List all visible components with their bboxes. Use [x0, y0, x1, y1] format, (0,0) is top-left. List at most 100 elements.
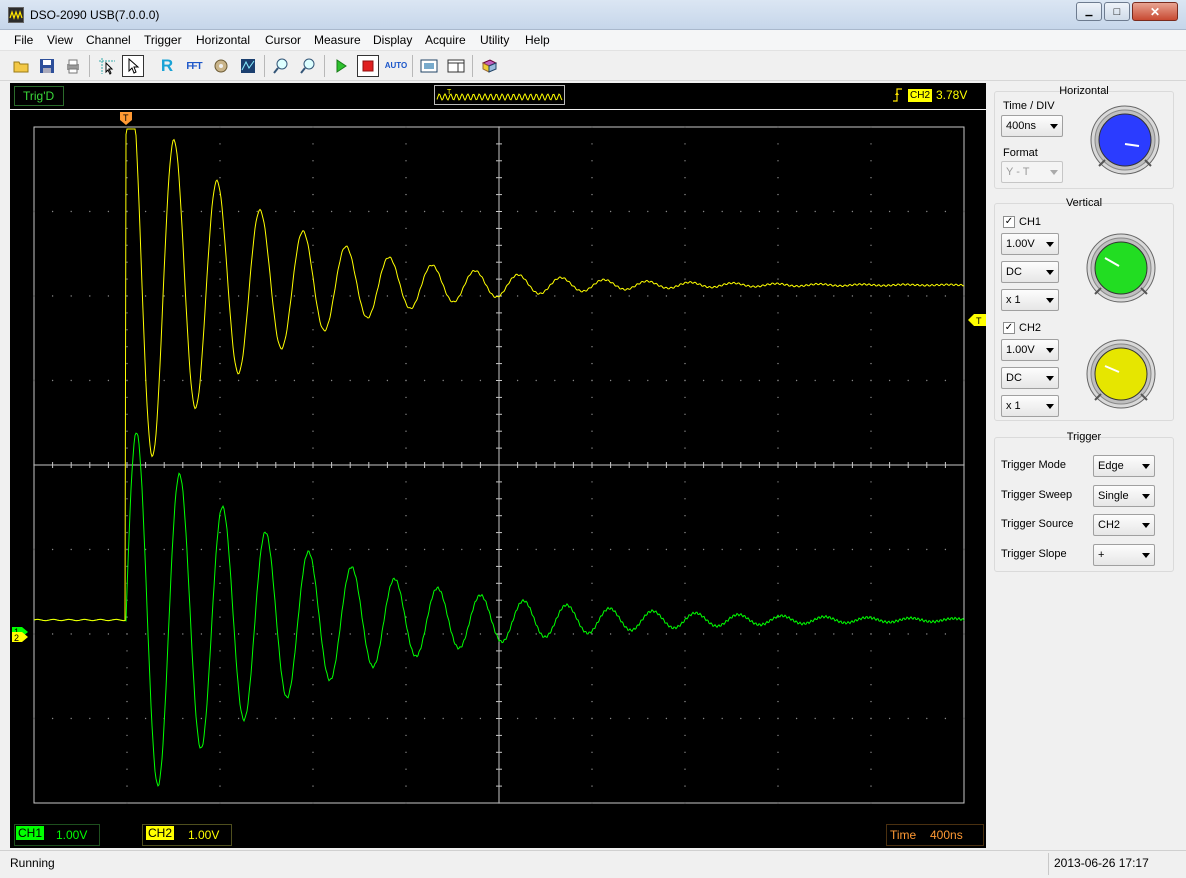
menu-file[interactable]: File	[14, 33, 33, 47]
grid-dot	[684, 430, 686, 432]
menu-cursor[interactable]: Cursor	[265, 33, 301, 47]
grid-dot	[684, 346, 686, 348]
fft-icon[interactable]: FFT	[183, 55, 205, 77]
grid-dot	[219, 227, 221, 230]
close-button[interactable]: ✕	[1132, 2, 1178, 21]
capture-icon[interactable]	[418, 55, 440, 77]
grid-dot	[330, 548, 333, 551]
grid-dot	[126, 717, 128, 720]
ch2-volts-select[interactable]: 1.00V	[1001, 339, 1059, 361]
scope-graticule[interactable]: TT12	[10, 110, 986, 822]
menu-horizontal[interactable]: Horizontal	[196, 33, 250, 47]
grid-dot	[907, 548, 909, 551]
grid-dot	[126, 143, 128, 145]
zoom-in-icon[interactable]	[297, 55, 319, 77]
grid-dot	[591, 210, 593, 213]
menu-utility[interactable]: Utility	[480, 33, 509, 47]
menu-measure[interactable]: Measure	[314, 33, 361, 47]
grid-dot	[442, 633, 444, 635]
grid-dot	[312, 751, 314, 753]
menu-channel[interactable]: Channel	[86, 33, 131, 47]
ch2-volts-value: 1.00V	[1006, 344, 1035, 356]
ch2-knob[interactable]	[1083, 338, 1159, 413]
grid-dot	[70, 295, 72, 297]
window-icon[interactable]	[445, 55, 467, 77]
grid-dot	[591, 177, 593, 179]
grid-dot	[219, 396, 221, 399]
book-icon[interactable]	[478, 55, 500, 77]
trigger-mode-select[interactable]: Edge	[1093, 455, 1155, 477]
grid-dot	[312, 244, 314, 246]
menu-help[interactable]: Help	[525, 33, 550, 47]
waveform-icon[interactable]	[237, 55, 259, 77]
grid-dot	[126, 346, 128, 348]
settings-icon[interactable]	[210, 55, 232, 77]
grid-dot	[256, 295, 258, 297]
stop-icon[interactable]	[357, 55, 379, 77]
pointer-icon[interactable]	[122, 55, 144, 77]
grid-dot	[126, 548, 128, 551]
run-icon[interactable]	[330, 55, 352, 77]
grid-dot	[684, 616, 686, 618]
grid-dot	[312, 498, 314, 500]
grid-dot	[870, 650, 872, 652]
menu-trigger[interactable]: Trigger	[144, 33, 182, 47]
grid-dot	[870, 700, 872, 703]
grid-dot	[684, 751, 686, 753]
maximize-button[interactable]: □	[1104, 2, 1130, 21]
grid-dot	[405, 515, 407, 517]
ch1-checkbox[interactable]: ✓	[1003, 216, 1015, 228]
menu-acquire[interactable]: Acquire	[425, 33, 466, 47]
ch2-coupling-select[interactable]: DC	[1001, 367, 1059, 389]
zoom-out-icon[interactable]	[270, 55, 292, 77]
ch1-volts-select[interactable]: 1.00V	[1001, 233, 1059, 255]
grid-dot	[814, 210, 816, 213]
grid-dot	[833, 379, 835, 382]
grid-dot	[349, 548, 351, 551]
reference-icon[interactable]: R	[156, 55, 178, 77]
menu-view[interactable]: View	[47, 33, 73, 47]
grid-dot	[870, 413, 872, 415]
grid-dot	[51, 633, 54, 635]
grid-dot	[963, 717, 965, 720]
grid-dot	[870, 160, 872, 162]
ch1-coupling-select[interactable]: DC	[1001, 261, 1059, 283]
trigger-group: Trigger Trigger Mode Edge Trigger Sweep …	[994, 431, 1174, 572]
ch1-knob[interactable]	[1083, 232, 1159, 307]
grid-dot	[256, 210, 258, 213]
grid-dot	[33, 210, 35, 213]
chevron-down-icon	[1142, 553, 1150, 558]
horizontal-knob[interactable]	[1089, 104, 1161, 179]
trigger-sweep-value: Single	[1098, 490, 1129, 502]
ch1-probe-select[interactable]: x 1	[1001, 289, 1059, 311]
trigger-sweep-select[interactable]: Single	[1093, 485, 1155, 507]
grid-dot	[126, 667, 128, 669]
waveform-overview[interactable]: T	[434, 85, 565, 105]
ch2-checkbox[interactable]: ✓	[1003, 322, 1015, 334]
menu-display[interactable]: Display	[373, 33, 412, 47]
scope-display[interactable]: TT12	[10, 110, 986, 822]
cursor-select-icon[interactable]	[96, 55, 118, 77]
minimize-icon: ▁	[1085, 6, 1093, 16]
grid-dot	[684, 396, 686, 399]
time-div-select[interactable]: 400ns	[1001, 115, 1063, 137]
grid-dot	[777, 498, 779, 500]
grid-dot	[814, 633, 816, 635]
grid-dot	[740, 548, 742, 551]
trigger-source-select[interactable]: CH2	[1093, 514, 1155, 536]
auto-icon[interactable]: AUTO	[384, 55, 408, 77]
trigger-slope-select[interactable]: +	[1093, 544, 1155, 566]
minimize-button[interactable]: ▁	[1076, 2, 1102, 21]
print-icon[interactable]	[62, 55, 84, 77]
grid-dot	[591, 633, 593, 635]
ch2-probe-select[interactable]: x 1	[1001, 395, 1059, 417]
grid-dot	[312, 700, 314, 703]
grid-dot	[516, 717, 519, 720]
grid-dot	[219, 481, 221, 483]
grid-dot	[312, 768, 314, 770]
save-icon[interactable]	[36, 55, 58, 77]
grid-dot	[237, 210, 240, 213]
grid-dot	[219, 160, 221, 162]
open-icon[interactable]	[10, 55, 32, 77]
grid-dot	[591, 548, 593, 551]
